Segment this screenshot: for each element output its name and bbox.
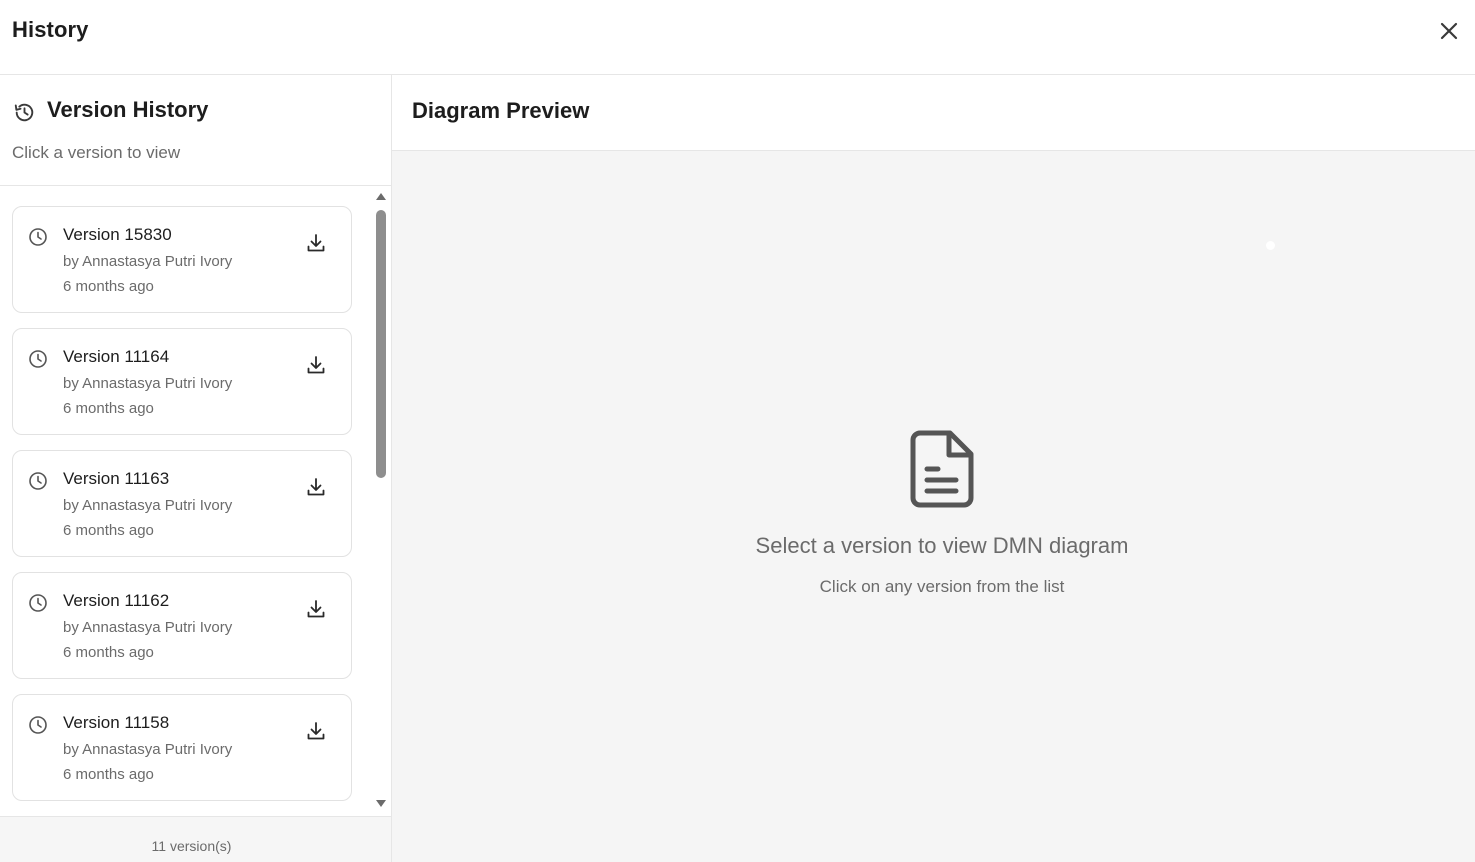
version-author: by Annastasya Putri Ivory (63, 741, 233, 758)
clock-icon (29, 350, 47, 368)
sidebar-subtitle: Click a version to view (12, 143, 181, 162)
download-icon[interactable] (304, 231, 328, 255)
download-icon[interactable] (304, 475, 328, 499)
version-card[interactable]: Version 11158 by Annastasya Putri Ivory … (12, 694, 352, 801)
version-name: Version 11158 (63, 713, 170, 732)
document-icon (910, 430, 974, 508)
version-card[interactable]: Version 11163 by Annastasya Putri Ivory … (12, 450, 352, 557)
sidebar-title: Version History (47, 97, 209, 122)
version-name: Version 11164 (63, 347, 170, 366)
version-card[interactable]: Version 11162 by Annastasya Putri Ivory … (12, 572, 352, 679)
version-count: 11 version(s) (151, 838, 232, 854)
dialog-title: History (12, 17, 89, 42)
scroll-down-arrow[interactable] (376, 800, 386, 807)
version-author: by Annastasya Putri Ivory (63, 375, 233, 392)
version-time: 6 months ago (63, 522, 154, 539)
version-name: Version 15830 (63, 225, 172, 244)
version-list[interactable]: Version 15830 by Annastasya Putri Ivory … (0, 186, 391, 816)
version-name: Version 11162 (63, 591, 170, 610)
sidebar-header: Version History Click a version to view (0, 75, 391, 186)
sidebar-footer: 11 version(s) (0, 816, 391, 862)
download-icon[interactable] (304, 353, 328, 377)
download-icon[interactable] (304, 597, 328, 621)
version-sidebar: Version History Click a version to view … (0, 75, 392, 862)
version-author: by Annastasya Putri Ivory (63, 497, 233, 514)
history-icon (14, 103, 34, 122)
version-card[interactable]: Version 11164 by Annastasya Putri Ivory … (12, 328, 352, 435)
version-author: by Annastasya Putri Ivory (63, 619, 233, 636)
version-name: Version 11163 (63, 469, 170, 488)
clock-icon (29, 228, 47, 246)
preview-title: Diagram Preview (412, 98, 590, 123)
download-icon[interactable] (304, 719, 328, 743)
version-author: by Annastasya Putri Ivory (63, 253, 233, 270)
version-card[interactable]: Version 15830 by Annastasya Putri Ivory … (12, 206, 352, 313)
loading-dot (1266, 241, 1275, 250)
empty-state-subtitle: Click on any version from the list (819, 577, 1065, 596)
close-icon[interactable] (1437, 19, 1461, 43)
clock-icon (29, 472, 47, 490)
clock-icon (29, 716, 47, 734)
version-time: 6 months ago (63, 278, 154, 295)
scrollbar-thumb[interactable] (376, 210, 386, 478)
clock-icon (29, 594, 47, 612)
version-time: 6 months ago (63, 644, 154, 661)
version-time: 6 months ago (63, 400, 154, 417)
scroll-up-arrow[interactable] (376, 193, 386, 200)
preview-header: Diagram Preview (392, 75, 1475, 151)
dialog-header: History (0, 0, 1475, 75)
diagram-preview: Diagram Preview Select a version to view… (392, 75, 1475, 862)
empty-state-title: Select a version to view DMN diagram (755, 533, 1129, 558)
version-time: 6 months ago (63, 766, 154, 783)
